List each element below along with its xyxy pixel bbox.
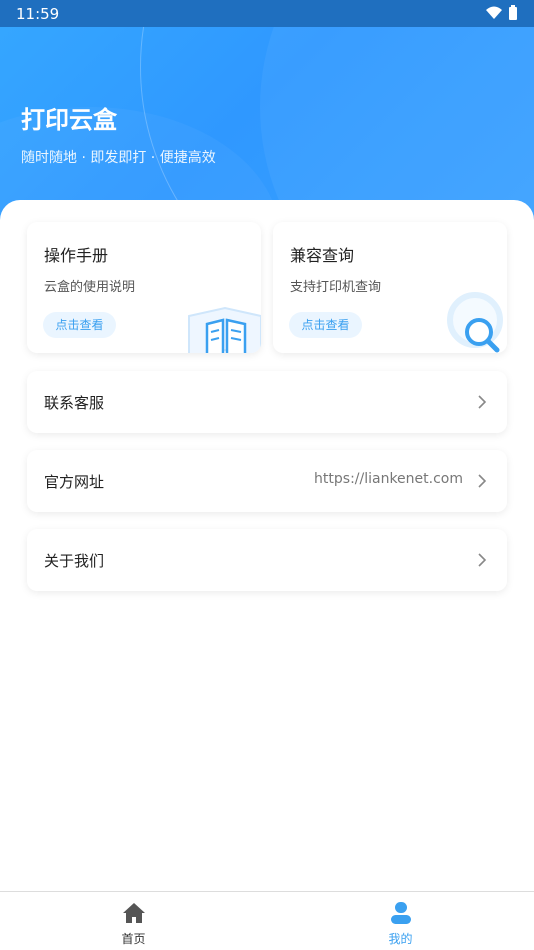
contact-service-label: 联系客服 — [44, 394, 105, 412]
about-us-label: 关于我们 — [44, 552, 105, 570]
official-site-row[interactable]: 官方网址 https://liankenet.com — [27, 450, 507, 512]
content-panel: 操作手册 云盒的使用说明 点击查看 兼容查询 支持打印机查询 点击查看 联系客服… — [0, 200, 534, 890]
chevron-right-icon — [478, 553, 487, 567]
manual-card-desc: 云盒的使用说明 — [44, 280, 136, 295]
user-icon — [391, 902, 411, 924]
header-banner: 打印云盒 随时随地 · 即发即打 · 便捷高效 — [0, 27, 534, 227]
nav-mine-label: 我的 — [388, 932, 413, 946]
bottom-nav: 首页 我的 — [0, 891, 534, 950]
official-site-label: 官方网址 — [44, 473, 105, 491]
compat-card-title: 兼容查询 — [290, 246, 355, 265]
nav-home-label: 首页 — [121, 932, 146, 946]
magnifier-icon — [447, 292, 503, 353]
nav-mine[interactable]: 我的 — [267, 892, 534, 950]
manual-card[interactable]: 操作手册 云盒的使用说明 点击查看 — [27, 222, 261, 353]
chevron-right-icon — [478, 395, 487, 409]
nav-home[interactable]: 首页 — [0, 892, 267, 950]
compat-card-desc: 支持打印机查询 — [290, 280, 382, 295]
manual-card-title: 操作手册 — [44, 246, 109, 265]
compat-view-button[interactable]: 点击查看 — [289, 312, 362, 338]
status-icons — [486, 5, 518, 21]
chevron-right-icon — [478, 474, 487, 488]
manual-view-button[interactable]: 点击查看 — [43, 312, 116, 338]
contact-service-row[interactable]: 联系客服 — [27, 371, 507, 433]
about-us-row[interactable]: 关于我们 — [27, 529, 507, 591]
wifi-icon — [486, 6, 502, 19]
status-bar: 11:59 — [0, 0, 534, 27]
status-time: 11:59 — [16, 5, 60, 23]
battery-icon — [509, 5, 517, 20]
page-subtitle: 随时随地 · 即发即打 · 便捷高效 — [21, 150, 216, 166]
open-book-icon — [188, 306, 261, 353]
official-site-url: https://liankenet.com — [314, 471, 463, 487]
page-title: 打印云盒 — [21, 106, 117, 134]
compat-card[interactable]: 兼容查询 支持打印机查询 点击查看 — [273, 222, 507, 353]
home-icon — [123, 903, 145, 923]
